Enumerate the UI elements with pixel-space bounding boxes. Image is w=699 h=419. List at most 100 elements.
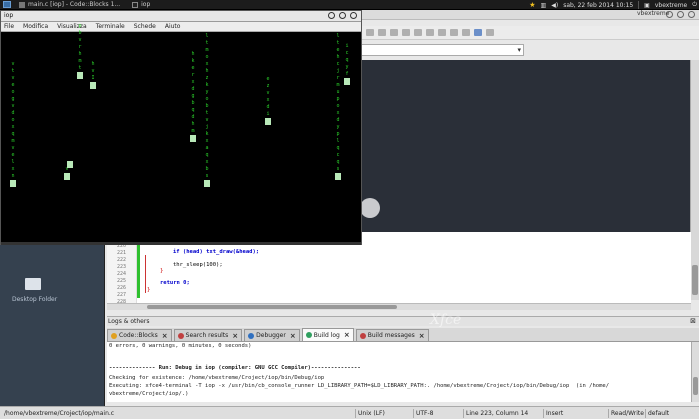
debug-windows-icon[interactable] [474, 29, 482, 36]
matrix-char: x [191, 79, 195, 85]
close-button[interactable] [688, 11, 695, 18]
matrix-char: q [336, 145, 340, 151]
line-number: 224 [117, 271, 127, 277]
info-icon[interactable] [486, 29, 494, 36]
break-icon[interactable] [450, 29, 458, 36]
fold-marker[interactable] [145, 255, 146, 293]
taskbar-item-terminal[interactable]: iop [128, 0, 154, 9]
matrix-char: x [11, 124, 15, 130]
build-messages-icon [359, 332, 366, 339]
clock[interactable]: sab, 22 feb 2014 10:15 [563, 2, 633, 9]
matrix-char: h [336, 54, 340, 60]
menu-schede[interactable]: Schede [134, 23, 156, 30]
star-icon[interactable]: ★ [529, 1, 535, 9]
applications-menu-icon[interactable] [3, 1, 11, 8]
close-icon[interactable]: × [232, 332, 238, 340]
tab-label: Search results [185, 332, 229, 339]
terminal-screen[interactable]: vtveogvdoxqmvelxnvpbvrhmthvIhkerxdgbqdhm… [1, 23, 361, 242]
panel-tray: ★ ▥ ◀) sab, 22 feb 2014 10:15 ▣ vbextrem… [529, 0, 697, 10]
tab-build-log[interactable]: Build log × [301, 328, 354, 341]
matrix-char: p [78, 23, 82, 29]
tab-build-messages[interactable]: Build messages × [355, 329, 429, 341]
matrix-char: h [191, 51, 195, 57]
matrix-char: b [78, 30, 82, 36]
maximize-button[interactable] [677, 11, 684, 18]
scrollbar-thumb[interactable] [692, 265, 698, 295]
matrix-char: v [11, 145, 15, 151]
build-log-icon [305, 332, 312, 338]
log-line: Executing: xfce4-terminal -T iop -x /usr… [109, 383, 610, 389]
maximize-button[interactable] [339, 12, 346, 19]
matrix-char: i [266, 111, 270, 117]
editor-vertical-scrollbar[interactable] [690, 60, 699, 300]
close-icon[interactable]: ⊠ [690, 317, 696, 325]
build-log-output[interactable]: 0 errors, 0 warnings, 0 minutes, 0 secon… [107, 342, 691, 402]
close-icon[interactable]: × [290, 332, 296, 340]
menu-aiuto[interactable]: Aiuto [165, 23, 181, 30]
codeblocks-username: vbextreme [637, 10, 670, 17]
terminal-title: iop [4, 12, 14, 19]
stop-icon[interactable] [462, 29, 470, 36]
matrix-char: t [205, 110, 209, 116]
close-icon[interactable]: × [344, 331, 350, 339]
line-number: 227 [117, 292, 127, 298]
tab-search-results[interactable]: Search results × [173, 329, 243, 341]
debugger-icon [248, 332, 255, 339]
matrix-char: s [336, 166, 340, 172]
taskbar-item-codeblocks[interactable]: main.c [iop] - Code::Blocks 1... [15, 0, 124, 9]
run-to-cursor-icon[interactable] [378, 29, 386, 36]
matrix-head [67, 161, 73, 168]
matrix-char: g [191, 93, 195, 99]
logs-tabbar: Code::Blocks × Search results × Debugger… [107, 328, 699, 342]
matrix-head [335, 173, 341, 180]
minimize-button[interactable] [328, 12, 335, 19]
close-icon[interactable]: × [419, 332, 425, 340]
matrix-char: m [11, 138, 15, 144]
scope-combo[interactable]: ▾ [360, 44, 524, 56]
step-into-icon[interactable] [402, 29, 410, 36]
matrix-char: t [78, 65, 82, 71]
panel-username[interactable]: vbextreme [655, 2, 687, 9]
network-icon[interactable]: ▥ [541, 2, 547, 9]
matrix-char: x [205, 61, 209, 67]
folder-icon[interactable] [25, 278, 41, 290]
scrollbar-thumb[interactable] [147, 305, 397, 309]
code-line: } [147, 287, 150, 293]
matrix-char: e [11, 82, 15, 88]
matrix-char: i [345, 43, 349, 49]
terminal-titlebar[interactable]: iop [1, 11, 361, 22]
line-number: 221 [117, 250, 127, 256]
menu-modifica[interactable]: Modifica [23, 23, 48, 30]
status-mode: Insert [543, 409, 608, 418]
matrix-column [67, 161, 73, 168]
step-out-icon[interactable] [414, 29, 422, 36]
status-position: Line 223, Column 14 [463, 409, 543, 418]
matrix-char: d [191, 114, 195, 120]
matrix-char: j [336, 68, 340, 74]
log-vertical-scrollbar[interactable] [691, 342, 699, 402]
step-into-instruction-icon[interactable] [438, 29, 446, 36]
tab-label: Build log [313, 331, 340, 339]
tab-debugger[interactable]: Debugger × [244, 329, 300, 341]
logs-panel-title: Logs & others [108, 318, 150, 325]
code-line: thr_sleep(100); [173, 262, 223, 268]
matrix-char: y [345, 64, 349, 70]
menu-terminale[interactable]: Terminale [96, 23, 125, 30]
matrix-char: z [266, 83, 270, 89]
matrix-column: hvI [90, 61, 96, 89]
scrollbar-thumb[interactable] [693, 377, 698, 395]
next-instruction-icon[interactable] [426, 29, 434, 36]
volume-icon[interactable]: ◀) [551, 2, 558, 9]
debug-run-icon[interactable] [366, 29, 374, 36]
menu-file[interactable]: File [4, 23, 14, 30]
debugger-toolbar [360, 26, 699, 40]
next-line-icon[interactable] [390, 29, 398, 36]
close-icon[interactable]: × [162, 332, 168, 340]
editor-horizontal-scrollbar[interactable] [107, 303, 691, 310]
matrix-char: m [336, 82, 340, 88]
code-line-text: thr_sleep(100); [173, 262, 223, 268]
log-line: vbextreme/Croject/iop/.) [109, 391, 189, 397]
tab-codeblocks[interactable]: Code::Blocks × [107, 329, 172, 341]
power-icon[interactable]: ⏻ [692, 1, 697, 9]
close-button[interactable] [350, 12, 357, 19]
